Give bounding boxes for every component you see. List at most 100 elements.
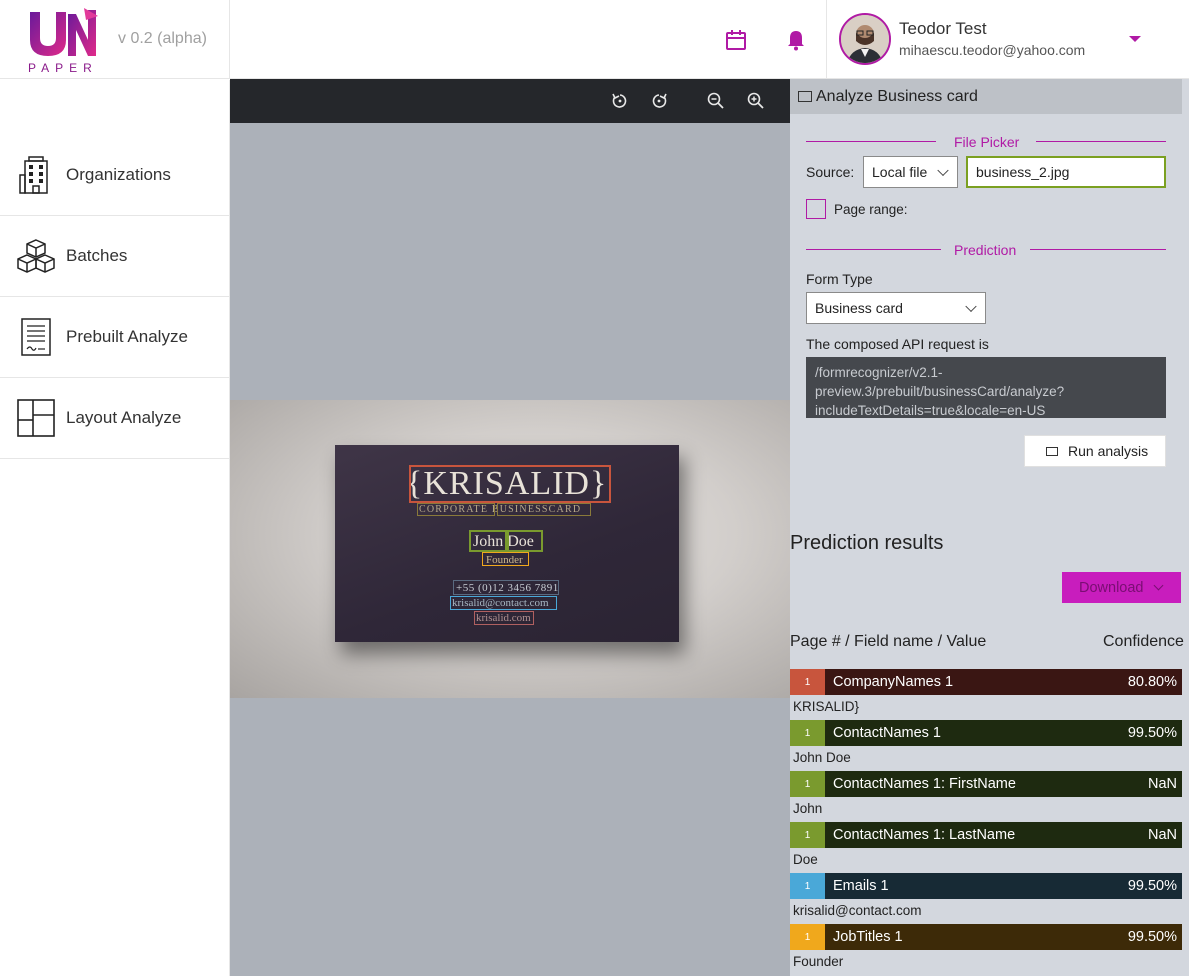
result-field-name: JobTitles 1 — [833, 929, 903, 945]
id-card-icon — [1046, 447, 1058, 456]
sidebar-item-label: Layout Analyze — [66, 408, 182, 427]
result-row[interactable]: 1 ContactNames 1: LastName NaN — [790, 822, 1182, 848]
sidebar-item-label: Prebuilt Analyze — [66, 327, 188, 346]
run-analysis-button[interactable]: Run analysis — [1024, 435, 1166, 467]
panel-header: Analyze Business card — [790, 79, 1182, 114]
file-picker-heading: File Picker — [954, 134, 1020, 150]
bbox-tagline-1[interactable] — [417, 503, 495, 516]
chevron-down-icon — [965, 300, 977, 313]
source-select[interactable]: Local file — [863, 156, 958, 188]
top-bar: PAPER v 0.2 (alpha) Teodor Test mihaescu… — [0, 0, 1189, 79]
chevron-down-icon[interactable] — [1129, 36, 1141, 42]
form-type-select-value: Business card — [815, 300, 903, 316]
result-row[interactable]: 1 CompanyNames 1 80.80% — [790, 669, 1182, 695]
prediction-results-title: Prediction results — [790, 532, 944, 554]
result-page-number: 1 — [790, 924, 825, 950]
result-confidence: 80.80% — [1127, 674, 1177, 690]
result-value: John — [793, 801, 823, 816]
divider — [1036, 141, 1166, 142]
result-row[interactable]: 1 JobTitles 1 99.50% — [790, 924, 1182, 950]
result-confidence: 99.50% — [1127, 725, 1177, 741]
user-email: mihaescu.teodor@yahoo.com — [899, 42, 1086, 58]
result-row[interactable]: 1 ContactNames 1: FirstName NaN — [790, 771, 1182, 797]
analyze-panel: Analyze Business card File Picker Source… — [790, 79, 1189, 976]
sidebar-item-batches[interactable]: Batches — [0, 216, 230, 297]
result-field-name: Emails 1 — [833, 878, 889, 894]
result-field-name: ContactNames 1: FirstName — [833, 776, 1016, 792]
sidebar-item-organizations[interactable]: Organizations — [0, 135, 230, 216]
bbox-tagline-2[interactable] — [497, 503, 591, 516]
result-field-name: ContactNames 1: LastName — [833, 827, 1016, 843]
divider — [1030, 249, 1166, 250]
result-value: Doe — [793, 852, 818, 867]
bbox-web[interactable] — [474, 611, 534, 625]
bbox-phone[interactable] — [453, 580, 559, 595]
result-page-number: 1 — [790, 669, 825, 695]
user-name: Teodor Test — [899, 19, 987, 38]
building-icon — [19, 156, 48, 194]
bell-icon[interactable] — [784, 28, 808, 52]
document-icon — [21, 318, 51, 356]
document-viewer: {KRISALID} CORPORATE BUSINESSCARD John D… — [230, 79, 790, 976]
rotate-right-icon[interactable] — [649, 91, 669, 111]
page-range-checkbox[interactable] — [806, 199, 826, 219]
bbox-jobtitle[interactable] — [482, 552, 529, 566]
result-page-number: 1 — [790, 822, 825, 848]
divider — [806, 141, 936, 142]
result-row[interactable]: 1 ContactNames 1 99.50% — [790, 720, 1182, 746]
bbox-lastname[interactable] — [507, 530, 543, 552]
result-page-number: 1 — [790, 873, 825, 899]
chevron-down-icon — [937, 164, 949, 177]
business-card: {KRISALID} CORPORATE BUSINESSCARD John D… — [335, 445, 679, 642]
sidebar: Organizations Batches Prebuilt Analyze L… — [0, 80, 230, 976]
rotate-left-icon[interactable] — [610, 91, 630, 111]
api-request-label: The composed API request is — [806, 336, 989, 352]
column-header-field: Page # / Field name / Value — [790, 633, 987, 650]
layout-icon — [17, 399, 55, 437]
result-confidence: 99.50% — [1127, 929, 1177, 945]
result-value: KRISALID} — [793, 699, 860, 714]
result-value: krisalid@contact.com — [793, 903, 922, 918]
page-range-label: Page range: — [834, 202, 908, 217]
result-value: Founder — [793, 954, 844, 969]
download-label: Download — [1079, 579, 1144, 596]
result-row[interactable]: 1 Emails 1 99.50% — [790, 873, 1182, 899]
result-field-name: ContactNames 1 — [833, 725, 941, 741]
result-page-number: 1 — [790, 720, 825, 746]
download-button[interactable]: Download — [1062, 572, 1181, 603]
sidebar-item-label: Batches — [66, 246, 128, 265]
bbox-company[interactable] — [409, 465, 611, 503]
user-menu[interactable]: Teodor Test mihaescu.teodor@yahoo.com — [826, 0, 1189, 79]
form-type-select[interactable]: Business card — [806, 292, 986, 324]
avatar[interactable] — [839, 13, 891, 65]
divider — [806, 249, 941, 250]
bbox-email[interactable] — [450, 596, 557, 610]
column-header-confidence: Confidence — [1103, 633, 1184, 650]
logo-text: PAPER — [28, 61, 98, 75]
calendar-icon[interactable] — [724, 28, 748, 52]
run-analysis-label: Run analysis — [1068, 443, 1149, 459]
zoom-out-icon[interactable] — [706, 91, 726, 111]
zoom-in-icon[interactable] — [746, 91, 766, 111]
business-card-photo: {KRISALID} CORPORATE BUSINESSCARD John D… — [230, 400, 790, 698]
logo[interactable] — [26, 6, 100, 58]
panel-title: Analyze Business card — [816, 88, 978, 105]
result-value: John Doe — [793, 750, 851, 765]
sidebar-item-layout-analyze[interactable]: Layout Analyze — [0, 378, 230, 459]
file-name-field[interactable]: business_2.jpg — [966, 156, 1166, 188]
result-page-number: 1 — [790, 771, 825, 797]
prediction-heading: Prediction — [954, 242, 1017, 258]
bbox-firstname[interactable] — [469, 530, 507, 552]
sidebar-item-prebuilt-analyze[interactable]: Prebuilt Analyze — [0, 297, 230, 378]
result-confidence: NaN — [1147, 776, 1177, 792]
sidebar-item-label: Organizations — [66, 165, 171, 184]
result-confidence: NaN — [1147, 827, 1177, 843]
result-confidence: 99.50% — [1127, 878, 1177, 894]
api-request-textarea[interactable]: /formrecognizer/v2.1-preview.3/prebuilt/… — [806, 357, 1166, 418]
form-type-label: Form Type — [806, 271, 873, 287]
source-select-value: Local file — [872, 164, 928, 180]
viewer-toolbar — [230, 79, 790, 123]
version-label: v 0.2 (alpha) — [118, 30, 207, 47]
result-field-name: CompanyNames 1 — [833, 674, 954, 690]
boxes-icon — [17, 239, 55, 273]
